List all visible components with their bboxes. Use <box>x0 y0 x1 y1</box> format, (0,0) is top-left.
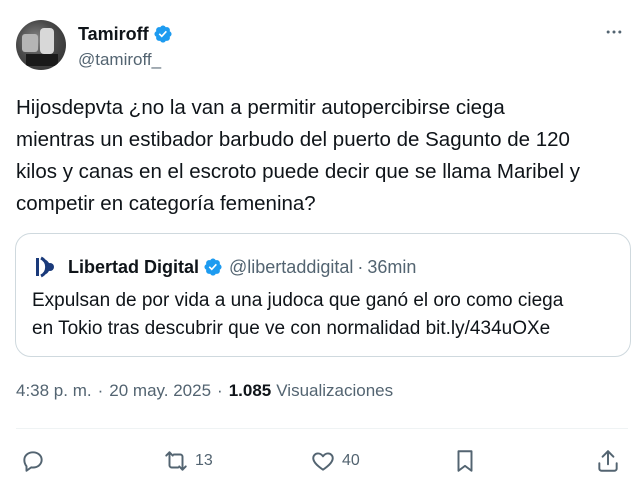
views-label: Visualizaciones <box>276 381 394 400</box>
tweet-meta: 4:38 p. m. · 20 may. 2025 · 1.085 Visual… <box>16 381 393 401</box>
verified-badge-icon <box>204 258 222 276</box>
quoted-tweet-header: Libertad Digital @libertaddigital · 36mi… <box>32 253 417 281</box>
bookmark-icon <box>457 450 473 472</box>
quoted-display-name: Libertad Digital <box>68 256 200 277</box>
quoted-separator: · <box>357 256 364 277</box>
more-options-button[interactable] <box>600 22 628 42</box>
tweet-text: Hijosdepvta ¿no la van a permitir autope… <box>16 96 581 215</box>
tweet-time[interactable]: 4:38 p. m. <box>16 381 92 401</box>
retweet-icon <box>165 451 187 471</box>
tweet-date[interactable]: 20 may. 2025 <box>109 381 211 401</box>
quoted-time: 36min <box>367 256 417 277</box>
reply-icon <box>23 451 43 472</box>
author-names: Tamiroff @tamiroff_ <box>78 22 173 70</box>
share-icon <box>598 450 618 472</box>
bookmark-button[interactable] <box>452 444 478 478</box>
share-button[interactable] <box>595 444 621 478</box>
more-options-icon <box>606 30 622 34</box>
libertad-digital-logo-icon <box>33 253 61 281</box>
quoted-tweet[interactable]: Libertad Digital @libertaddigital · 36mi… <box>15 233 631 357</box>
avatar[interactable] <box>16 20 66 70</box>
meta-separator-2: · <box>217 381 223 400</box>
quoted-handle: @libertaddigital <box>229 256 354 277</box>
divider <box>16 428 628 429</box>
quoted-tweet-text: Expulsan de por vida a una judoca que ga… <box>32 290 564 339</box>
retweet-count: 13 <box>195 452 213 469</box>
reply-button[interactable] <box>20 444 52 478</box>
like-count: 40 <box>342 452 360 469</box>
like-button[interactable]: 40 <box>310 444 360 478</box>
action-bar: 13 40 <box>20 444 628 478</box>
tweet-header: Tamiroff @tamiroff_ <box>16 20 628 74</box>
views-count: 1.085 <box>228 381 272 400</box>
meta-separator: · <box>97 381 104 400</box>
author-display-name[interactable]: Tamiroff <box>78 24 149 45</box>
retweet-button[interactable]: 13 <box>163 444 213 478</box>
heart-icon <box>312 452 334 471</box>
verified-badge-icon <box>154 25 172 43</box>
author-handle[interactable]: @tamiroff_ <box>78 50 173 70</box>
